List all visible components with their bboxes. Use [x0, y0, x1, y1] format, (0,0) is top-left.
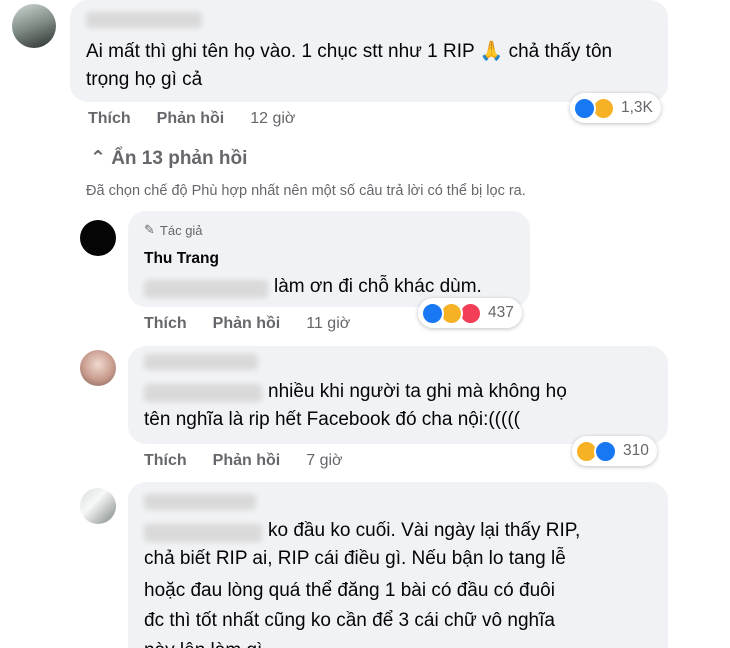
mention-blurred[interactable] [144, 524, 262, 542]
pencil-icon: ✎ [144, 222, 155, 237]
like-icon [421, 301, 444, 325]
timestamp[interactable]: 12 giờ [250, 110, 295, 128]
comment-text: làm ơn đi chỗ khác dùm. [274, 276, 482, 297]
like-icon [594, 439, 617, 463]
timestamp[interactable]: 11 giờ [306, 315, 350, 333]
comment-actions: Thích Phản hồi 11 giờ [144, 315, 350, 333]
author-name[interactable]: Thu Trang [144, 250, 219, 268]
avatar[interactable] [80, 220, 116, 256]
mention-blurred[interactable] [144, 384, 262, 402]
filter-notice: Đã chọn chế độ Phù hợp nhất nên một số c… [86, 183, 526, 199]
author-name-blurred[interactable] [86, 12, 202, 28]
author-name-blurred[interactable] [144, 494, 256, 510]
author-badge-label: Tác giả [159, 222, 203, 238]
author-name-blurred[interactable] [144, 354, 258, 370]
reply-button[interactable]: Phản hồi [213, 452, 281, 470]
like-icon [573, 96, 596, 120]
timestamp[interactable]: 7 giờ [306, 452, 342, 470]
reaction-summary[interactable]: 437 [418, 298, 522, 328]
mention-blurred[interactable] [144, 280, 268, 298]
like-button[interactable]: Thích [88, 110, 131, 128]
author-badge: ✎ Tác giả [144, 222, 203, 238]
avatar[interactable] [80, 488, 116, 524]
comment-actions: Thích Phản hồi 12 giờ [88, 110, 295, 128]
hide-replies-toggle[interactable]: ⌃ Ẩn 13 phản hồi [90, 147, 247, 170]
avatar[interactable] [80, 350, 116, 386]
comment-text: chả biết RIP ai, RIP cái điều gì. Nếu bậ… [144, 548, 566, 569]
comment-actions: Thích Phản hồi 7 giờ [144, 452, 343, 470]
comment-text: này lên làm gì [144, 637, 262, 648]
comment-text: đc thì tốt nhất cũng ko cần để 3 cái chữ… [144, 610, 555, 631]
comment-text: hoặc đau lòng quá thể đăng 1 bài có đầu … [144, 580, 555, 601]
hide-replies-label: Ẩn 13 phản hồi [111, 148, 248, 169]
reply-button[interactable]: Phản hồi [157, 110, 225, 128]
reaction-count: 1,3K [621, 99, 653, 116]
chevron-up-icon: ⌃ [90, 148, 112, 169]
reaction-summary[interactable]: 310 [572, 436, 657, 466]
avatar[interactable] [12, 4, 56, 48]
comment-text: tên nghĩa là rip hết Facebook đó cha nội… [144, 409, 520, 430]
like-button[interactable]: Thích [144, 452, 187, 470]
reaction-count: 310 [623, 442, 649, 459]
comment-text: ko đầu ko cuối. Vài ngày lại thấy RIP, [268, 520, 581, 541]
reply-button[interactable]: Phản hồi [213, 315, 281, 333]
comment-text: Ai mất thì ghi tên họ vào. 1 chục stt nh… [86, 41, 613, 90]
reaction-count: 437 [488, 304, 514, 321]
comment-text: nhiều khi người ta ghi mà không họ [268, 381, 567, 402]
reaction-summary[interactable]: 1,3K [570, 93, 661, 123]
like-button[interactable]: Thích [144, 315, 187, 333]
